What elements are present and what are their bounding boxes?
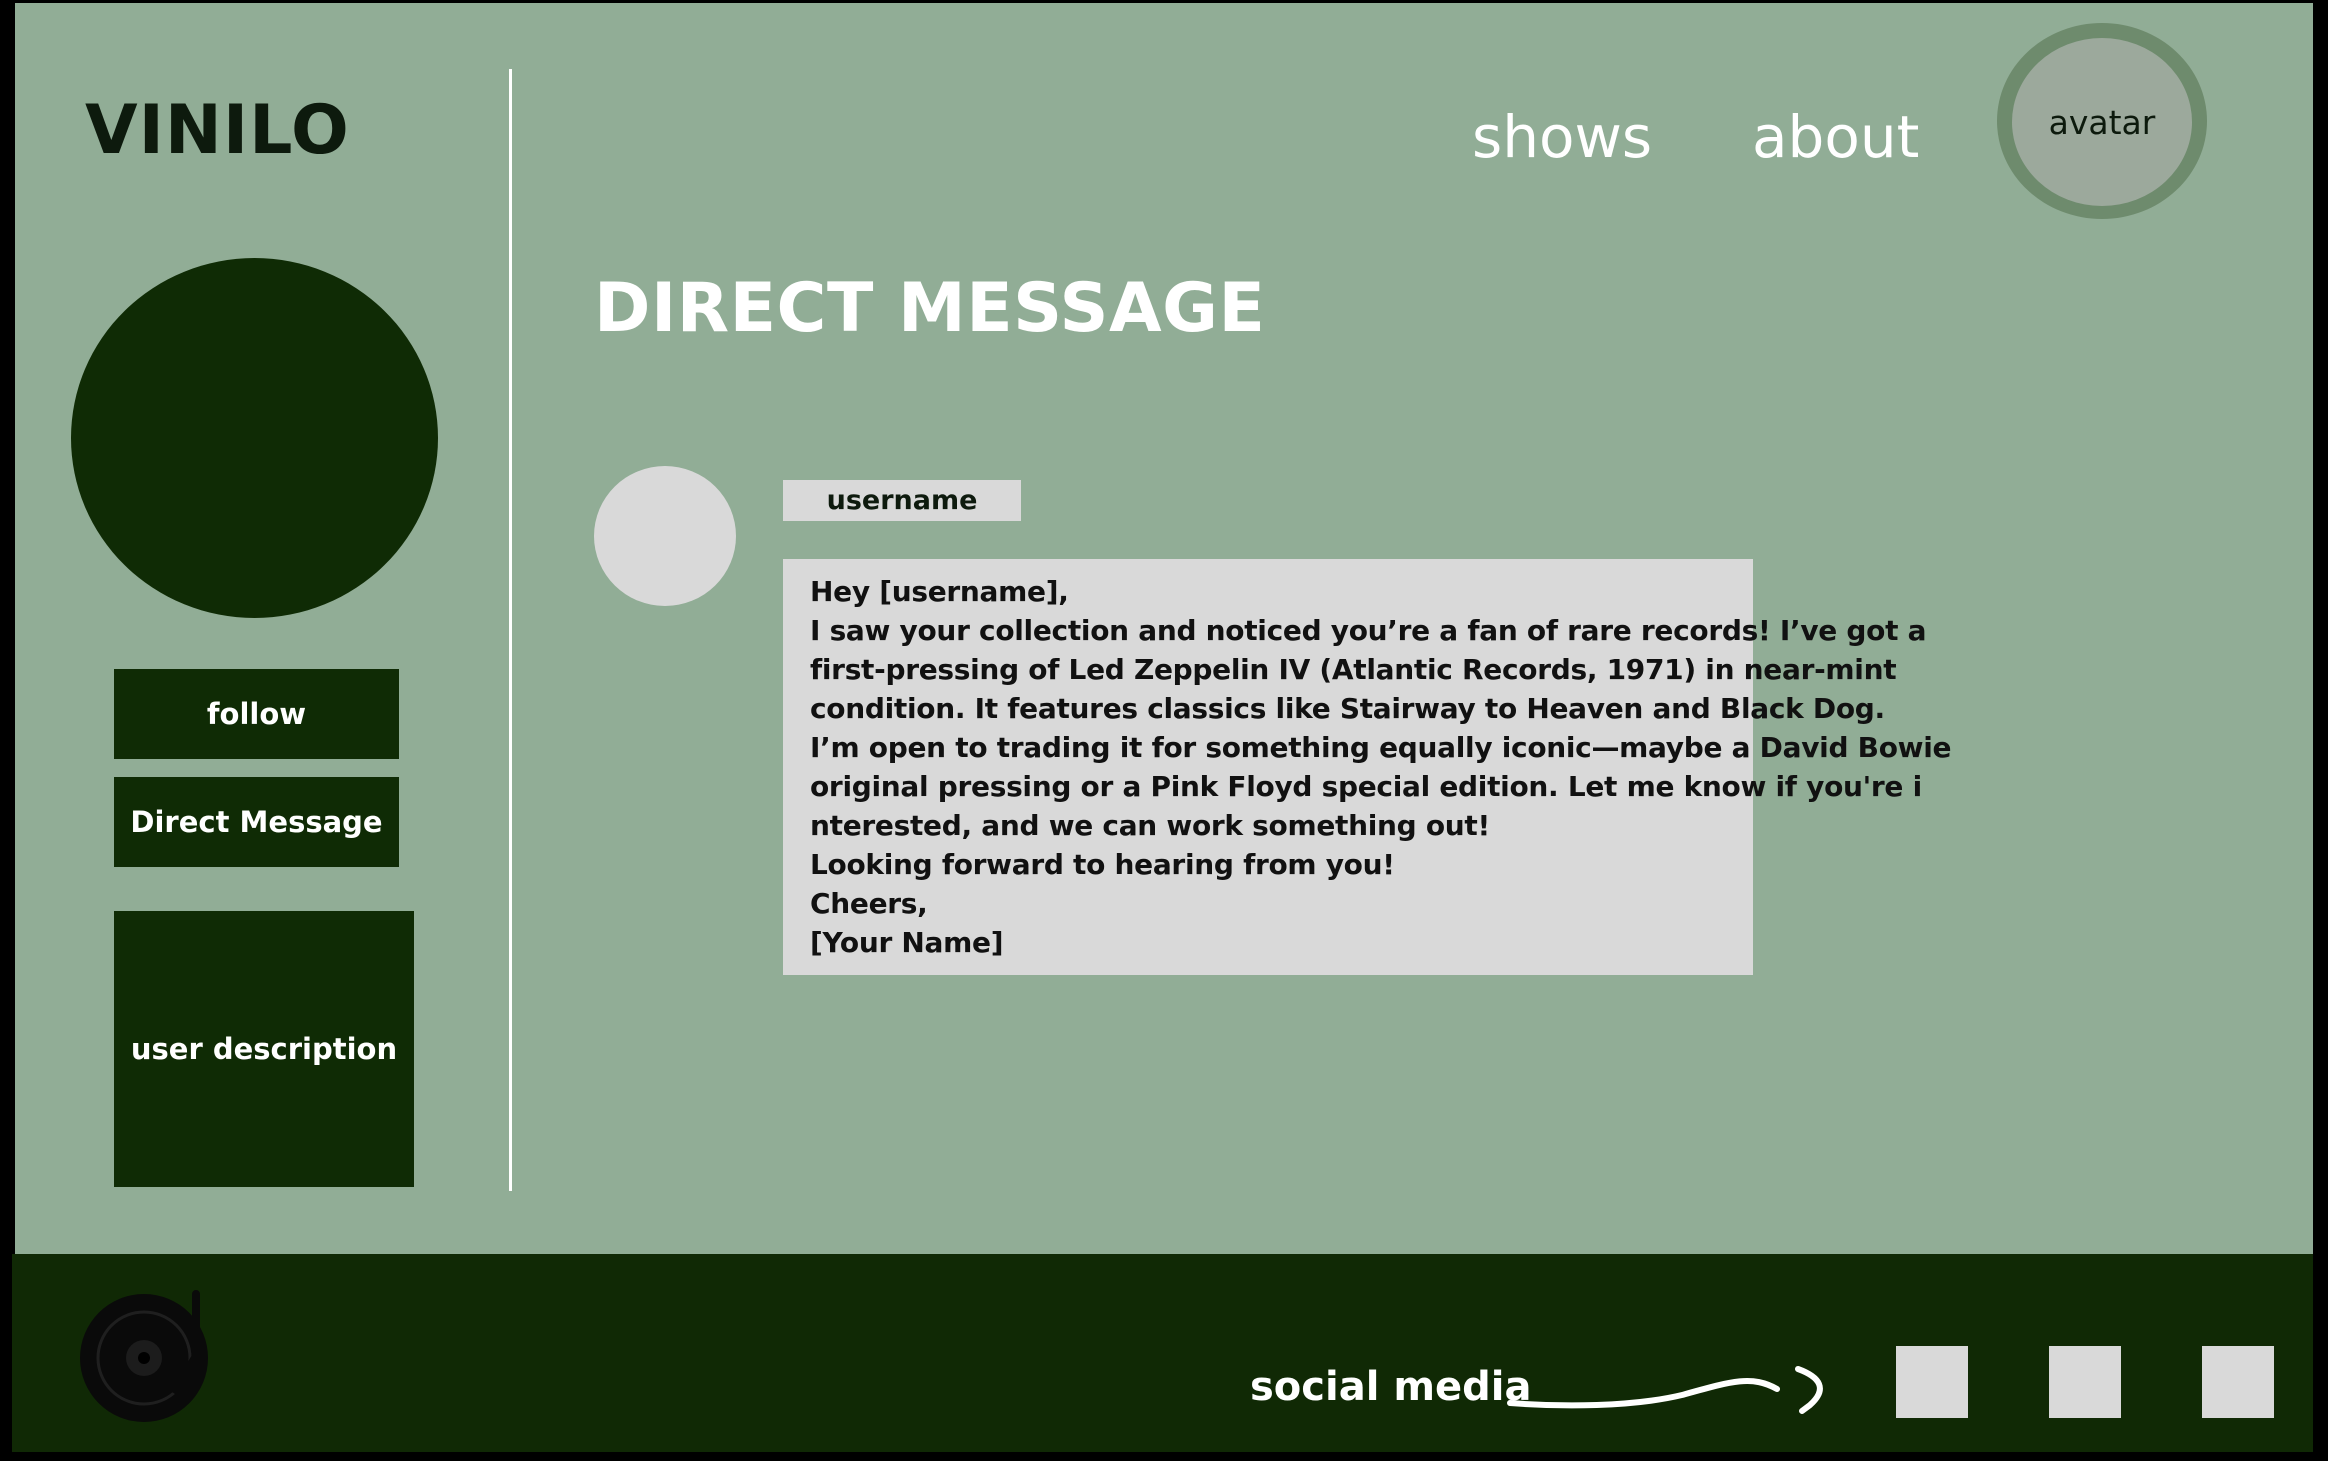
page-body: VINILO follow Direct Message user descri… [15,3,2313,1254]
avatar[interactable]: avatar [2012,38,2192,206]
message-line: Looking forward to hearing from you! [810,848,1395,881]
message-line: nterested, and we can work something out… [810,809,1490,842]
message-line: first-pressing of Led Zeppelin IV (Atlan… [810,653,1897,686]
nav-about-link[interactable]: about [1752,103,1919,171]
profile-picture [71,258,438,618]
follow-button[interactable]: follow [114,669,399,759]
social-media-label: social media [1250,1364,1532,1410]
nav-shows-link[interactable]: shows [1472,103,1652,171]
message-line: [Your Name] [810,926,1004,959]
message-line: Cheers, [810,887,928,920]
squiggle-arrow-icon [1507,1366,1823,1414]
message-line: I’m open to trading it for something equ… [810,731,1952,764]
social-media-link-2[interactable] [2049,1346,2121,1418]
message-line: original pressing or a Pink Floyd specia… [810,770,1922,803]
footer: social media [12,1254,2313,1452]
message-line: I saw your collection and noticed you’re… [810,614,1927,647]
turntable-icon [80,1290,208,1422]
sender-avatar [594,466,736,606]
direct-message-button[interactable]: Direct Message [114,777,399,867]
user-description: user description [114,911,414,1187]
message-line: condition. It features classics like Sta… [810,692,1885,725]
message-line: Hey [username], [810,575,1069,608]
logo[interactable]: VINILO [85,91,350,170]
message-body: Hey [username], I saw your collection an… [783,559,1952,975]
page-title: DIRECT MESSAGE [594,269,1266,348]
social-media-link-3[interactable] [2202,1346,2274,1418]
sidebar-divider [509,69,512,1191]
social-media-link-1[interactable] [1896,1346,1968,1418]
sender-username[interactable]: username [783,480,1021,521]
